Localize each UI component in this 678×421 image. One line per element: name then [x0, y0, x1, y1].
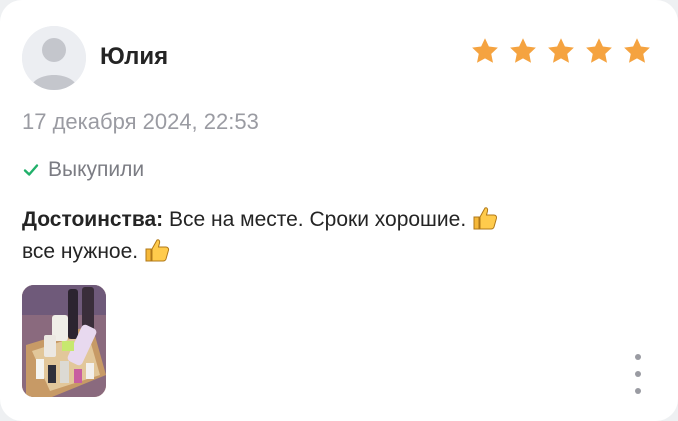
thumbs-up-icon — [473, 207, 498, 230]
purchase-status: Выкупили — [22, 156, 144, 184]
review-text: Достоинства: Все на месте. Сроки хорошие… — [22, 204, 642, 268]
review-text-line1: Все на месте. Сроки хорошие. — [169, 208, 467, 231]
star-icon — [510, 38, 536, 63]
star-icon — [548, 38, 574, 63]
thumbs-up-icon — [145, 239, 170, 262]
check-icon — [23, 164, 39, 176]
more-options-button[interactable] — [626, 354, 650, 394]
star-icon — [586, 38, 612, 63]
review-photo[interactable] — [22, 285, 106, 397]
star-icon — [624, 38, 650, 63]
more-vertical-icon — [635, 388, 641, 394]
review-text-line2: все нужное. — [22, 240, 139, 263]
author-name: Юлия — [100, 43, 169, 70]
more-vertical-icon — [635, 354, 641, 360]
pros-label: Достоинства: — [22, 208, 164, 231]
user-avatar-icon — [22, 26, 86, 90]
rating-stars — [470, 36, 652, 66]
review-date: 17 декабря 2024, 22:53 — [22, 109, 259, 134]
purchase-status-label: Выкупили — [48, 158, 145, 181]
review-card: Юлия 17 декабря 2024, 22:53 Выкупили Дос… — [0, 0, 678, 421]
star-icon — [472, 38, 498, 63]
more-vertical-icon — [635, 371, 641, 377]
